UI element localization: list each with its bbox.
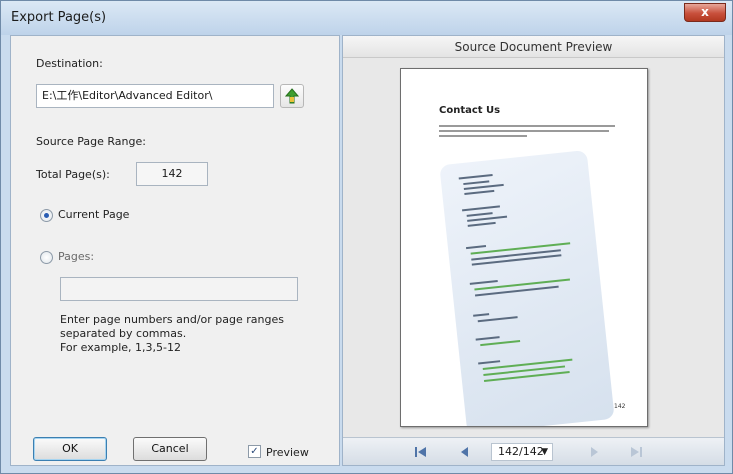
preview-title: Source Document Preview [343,36,724,58]
page-indicator: 142/142 [498,445,544,458]
preview-panel: Source Document Preview Contact Us 142 1… [342,35,725,466]
browse-folder-button[interactable] [280,84,304,108]
page-navigation-bar: 142/142 ▼ [343,437,724,465]
prev-page-icon[interactable] [457,444,473,460]
export-pages-dialog: Export Page(s) x Destination: E:\工作\Edit… [0,0,733,474]
page-number-select[interactable]: 142/142 ▼ [491,443,553,461]
close-icon: x [701,5,709,19]
total-pages-field: 142 [136,162,208,186]
current-page-radio[interactable] [40,209,53,222]
export-settings-panel: Destination: E:\工作\Editor\Advanced Edito… [10,35,340,466]
destination-field[interactable]: E:\工作\Editor\Advanced Editor\ [36,84,274,108]
dropdown-arrow-icon: ▼ [541,447,548,457]
contact-card-graphic [439,150,615,426]
document-text-line [439,130,609,132]
preview-label[interactable]: Preview [266,446,309,459]
preview-checkbox[interactable]: ✓ [248,445,261,458]
ok-button[interactable]: OK [33,437,107,461]
title-bar[interactable]: Export Page(s) x [1,1,732,35]
last-page-icon[interactable] [628,444,644,460]
document-heading: Contact Us [439,105,501,116]
document-page-number: 142 [614,403,626,410]
pages-radio[interactable] [40,251,53,264]
source-range-label: Source Page Range: [36,135,146,148]
cancel-button[interactable]: Cancel [133,437,207,461]
current-page-label[interactable]: Current Page [58,208,129,221]
pages-label[interactable]: Pages: [58,250,94,263]
document-text-line [439,125,615,127]
pages-hint: Enter page numbers and/or page ranges se… [60,313,300,355]
hint-line: For example, 1,3,5-12 [60,341,181,354]
dialog-title: Export Page(s) [11,10,107,25]
hint-line: separated by commas. [60,327,187,340]
destination-label: Destination: [36,57,103,70]
pages-input[interactable] [60,277,298,301]
upload-arrow-icon [285,88,299,104]
document-text-line [439,135,527,137]
destination-value: E:\工作\Editor\Advanced Editor\ [42,89,213,102]
preview-area[interactable]: Contact Us 142 [343,58,724,437]
close-button[interactable]: x [684,3,726,22]
hint-line: Enter page numbers and/or page ranges [60,313,284,326]
next-page-icon[interactable] [586,444,602,460]
first-page-icon[interactable] [413,444,429,460]
ok-button-label: OK [62,442,78,455]
total-pages-value: 142 [161,167,183,180]
document-page-preview: Contact Us 142 [400,68,648,427]
cancel-button-label: Cancel [151,442,189,455]
total-pages-label: Total Page(s): [36,168,110,181]
